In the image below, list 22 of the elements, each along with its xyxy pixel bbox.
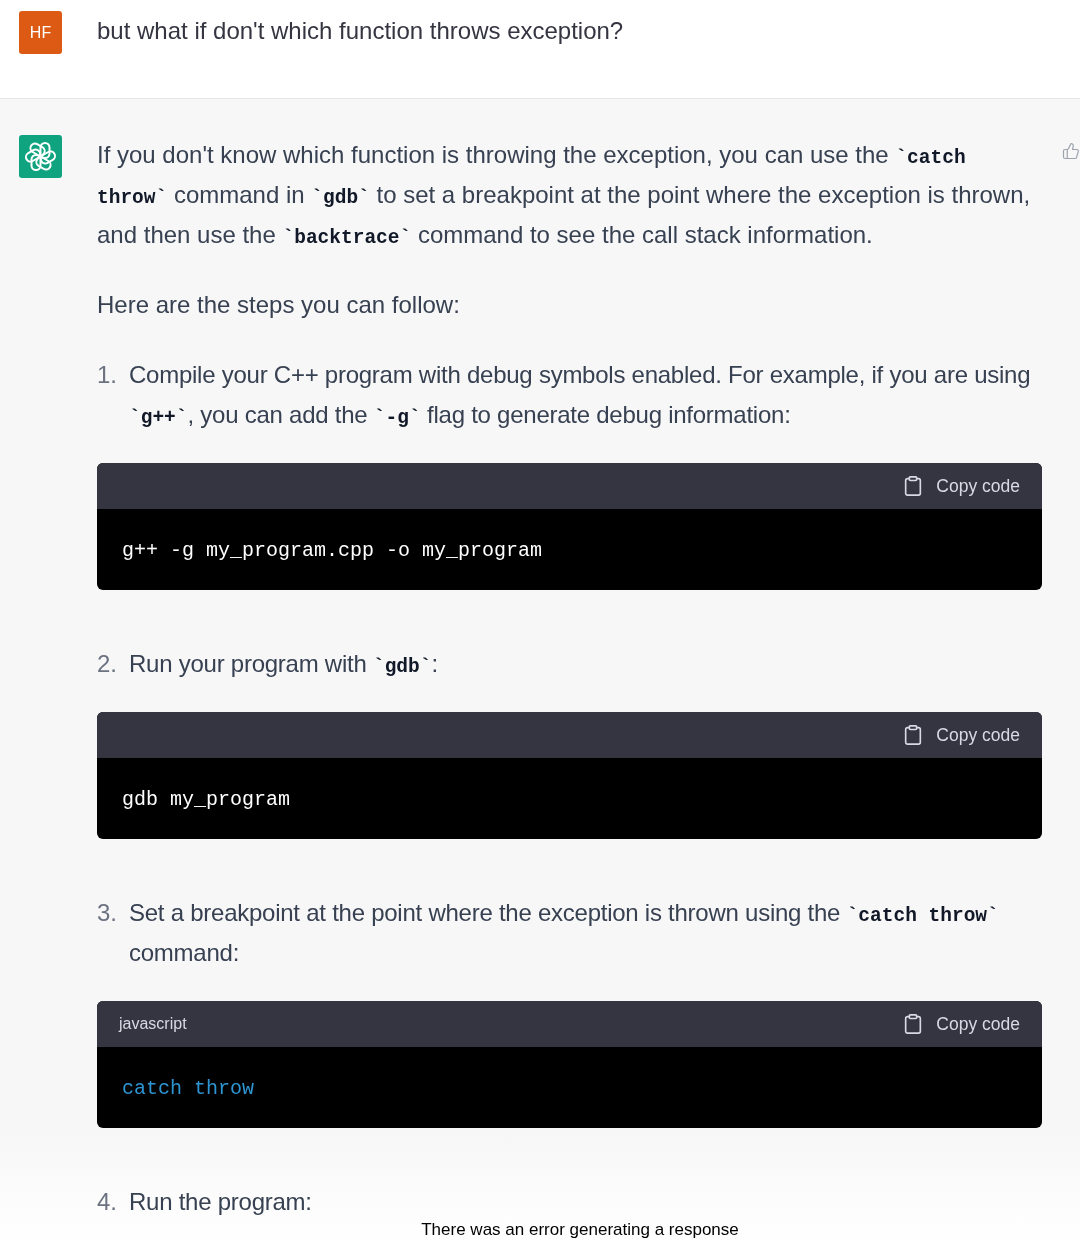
thumbs-up-icon[interactable] [1062,140,1080,162]
knot-logo-icon [19,135,62,178]
code-line: g++ -g my_program.cpp -o my_program [122,538,543,564]
copy-code-button[interactable]: Copy code [902,715,1020,755]
step-text: Run your program with `gdb`: [129,649,438,680]
copy-code-button[interactable]: Copy code [902,466,1020,506]
step-text: Compile your C++ program with debug symbols enabled. For example, if you are using `g++`, you can add the `-g` flag to generate debug information: [129,360,1032,431]
code-language: javascript [119,1014,187,1034]
step-number: 1. [97,360,118,390]
step-number: 4. [97,1187,118,1217]
user-avatar: HF [19,11,62,54]
step-number: 2. [97,649,118,679]
user-message-text: but what if don't which function throws exception? [97,16,624,46]
error-message: There was an error generating a response [421,1219,739,1241]
code-line: gdb my_program [122,787,291,813]
step-text: Run the program: [129,1187,312,1217]
step-number: 3. [97,898,118,928]
code-line: catch throw [122,1076,255,1102]
copy-code-button[interactable]: Copy code [902,1004,1020,1044]
steps-lead-text: Here are the steps you can follow: [97,290,461,320]
answer-paragraph: If you don't know which function is throwing the exception, you can use the `catch throw` command in `gdb` to set a breakpoint at the point where the exception is thrown, and then use the `backtrace` command to see the call stack information. [97,140,1032,251]
step-text: Set a breakpoint at the point where the exception is thrown using the `catch throw` command: [129,898,1000,968]
